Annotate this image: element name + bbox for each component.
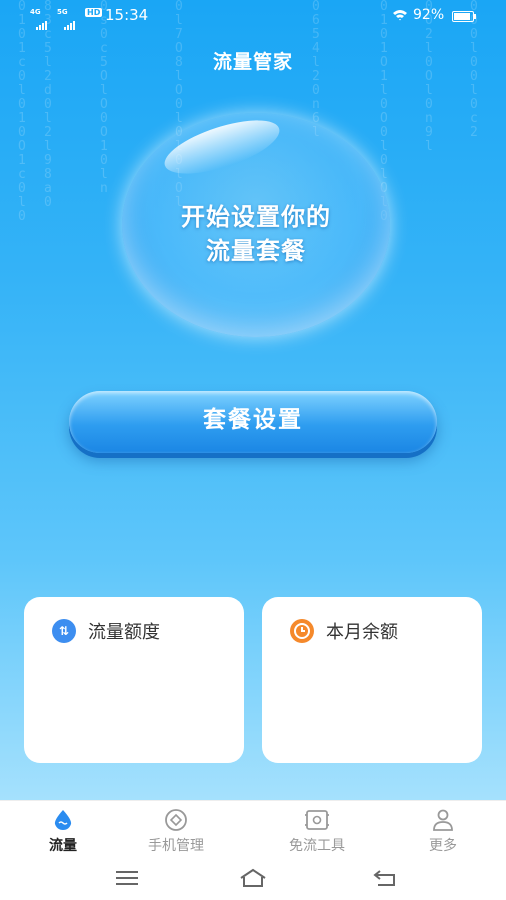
tab-free-tool[interactable]: 免流工具: [262, 807, 372, 855]
back-icon[interactable]: [370, 866, 400, 890]
water-drop-icon: [54, 810, 72, 830]
battery-level: [454, 13, 470, 20]
tab-free-tool-label: 免流工具: [289, 838, 345, 854]
data-quota-card[interactable]: ⇅ 流量额度: [24, 597, 244, 763]
clock-time: 15:34: [105, 6, 149, 24]
signal2-icon: [64, 11, 76, 30]
tab-more[interactable]: 更多: [388, 807, 498, 855]
battery-icon: [452, 11, 476, 22]
system-nav-bar: [0, 860, 506, 900]
monthly-balance-card[interactable]: 本月余额: [262, 597, 482, 763]
wifi-icon: [393, 10, 407, 21]
tab-traffic[interactable]: 流量: [8, 807, 118, 855]
clock-icon: [290, 619, 314, 643]
home-icon[interactable]: [238, 866, 268, 890]
monthly-balance-label: 本月余额: [326, 622, 398, 643]
page-title: 流量管家: [212, 51, 293, 73]
person-icon: [433, 809, 453, 831]
matrix-decoration: 0101c0l010O1c0l0: [18, 0, 26, 224]
data-quota-icon: ⇅: [52, 619, 76, 643]
battery-percent: 92%: [413, 7, 445, 23]
tab-phone-manage-label: 手机管理: [148, 838, 204, 854]
tab-more-label: 更多: [429, 838, 457, 854]
plan-setup-button[interactable]: 套餐设置: [69, 391, 437, 453]
menu-icon[interactable]: [112, 866, 142, 890]
phone-manage-icon: [165, 809, 187, 831]
hd-badge: HD: [85, 8, 103, 17]
tool-icon: [305, 810, 329, 830]
tab-phone-manage[interactable]: 手机管理: [121, 807, 231, 855]
data-quota-label: 流量额度: [88, 622, 160, 643]
bottom-tab-bar: 流量 手机管理 免流工具 更多: [0, 800, 506, 861]
start-setup-bubble[interactable]: 开始设置你的 流量套餐: [122, 109, 390, 337]
bubble-text-line2: 流量套餐: [206, 237, 306, 265]
signal-icon: [36, 11, 48, 30]
bubble-text-line1: 开始设置你的: [181, 203, 331, 231]
tab-traffic-label: 流量: [49, 838, 77, 854]
status-bar: 4G 5G HD 15:34 92%: [0, 0, 506, 32]
